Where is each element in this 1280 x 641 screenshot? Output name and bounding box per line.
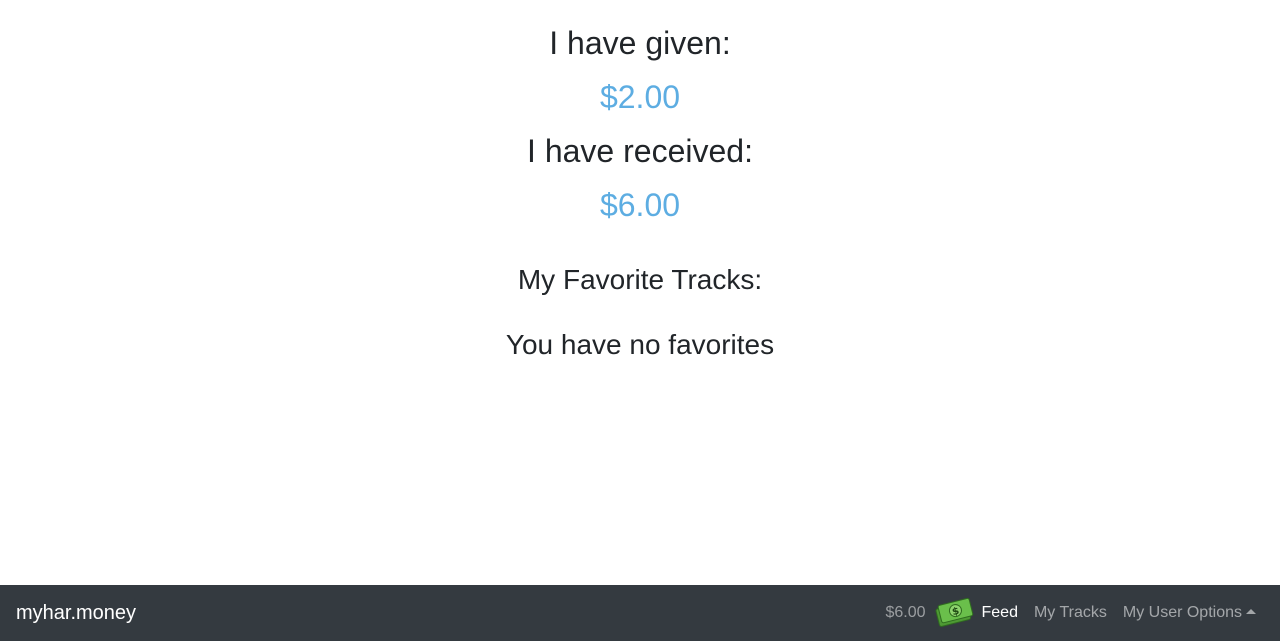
navbar-right: $6.00 $ Feed My Tracks My User Options [885, 585, 1256, 641]
nav-feed-link[interactable]: Feed [982, 604, 1018, 622]
favorites-empty-message: You have no favorites [505, 329, 775, 360]
brand-link[interactable]: myhar.money [16, 600, 136, 626]
bottom-navbar: myhar.money $6.00 $ Feed My Tracks My Us… [0, 585, 1280, 641]
money-icon: $ [934, 596, 974, 630]
nav-user-options-dropdown[interactable]: My User Options [1123, 604, 1256, 622]
balance-amount: $6.00 [885, 604, 926, 621]
received-amount: $6.00 [599, 187, 681, 223]
favorites-title: My Favorite Tracks: [517, 264, 763, 295]
nav-my-tracks-link[interactable]: My Tracks [1034, 604, 1107, 622]
received-label: I have received: [527, 133, 753, 169]
profile-main: I have given: $2.00 I have received: $6.… [0, 0, 1280, 585]
given-label: I have given: [549, 25, 731, 61]
given-amount: $2.00 [599, 79, 681, 115]
caret-up-icon [1246, 609, 1256, 614]
user-options-label: My User Options [1122, 604, 1242, 621]
